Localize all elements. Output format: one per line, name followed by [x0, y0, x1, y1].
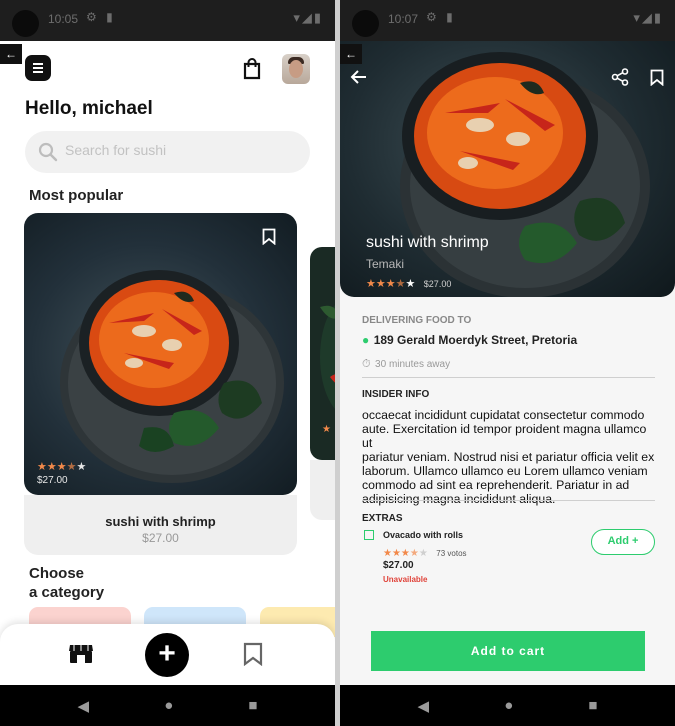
second-card-image[interactable]: ★ [310, 247, 335, 460]
search-bar[interactable] [25, 131, 310, 173]
divider [362, 500, 655, 501]
status-bar: 10:07 ⚙ ▮ ▾◢▮ [340, 0, 675, 41]
extra-availability: Unavailable [383, 575, 428, 584]
insider-line: adipisicing magna incididunt aliqua. [362, 492, 556, 506]
status-bar: 10:05 ⚙ ▮ ▾◢▮ [0, 0, 335, 41]
location-pin-icon: ● [362, 333, 370, 347]
nav-recents-icon[interactable]: ■ [588, 697, 597, 714]
delivery-label: DELIVERING FOOD TO [362, 315, 472, 326]
share-icon[interactable] [611, 68, 629, 86]
category-title: Choose a category [29, 564, 149, 602]
food-plate-image [60, 270, 284, 483]
bookmark-icon[interactable] [650, 69, 664, 86]
nav-home-icon[interactable]: ● [504, 697, 513, 714]
nav-back-icon[interactable]: ◀ [78, 697, 90, 715]
second-card-info[interactable] [310, 460, 335, 520]
bookmark-nav-icon[interactable] [243, 642, 263, 666]
insider-line: pariatur veniam. Nostrud nisi et pariatu… [362, 450, 655, 464]
system-nav-bar: ◀ ● ■ [0, 685, 335, 726]
camera-cutout [12, 10, 39, 37]
store-icon[interactable] [68, 641, 94, 665]
delivery-eta: ⏱ 30 minutes away [362, 354, 450, 372]
category-title-line1: Choose [29, 565, 85, 582]
status-time: 10:05 [48, 12, 79, 26]
delivery-address: ● 189 Gerald Moerdyk Street, Pretoria [362, 331, 577, 349]
search-input[interactable] [65, 142, 295, 158]
hero-image: sushi with shrimp Temaki ★★★★★ $27.00 [340, 41, 675, 297]
extra-rating: ★★★★★ 73 votos [383, 543, 467, 561]
greeting-title: Hello, michael [25, 98, 153, 119]
nav-back-icon[interactable]: ◀ [418, 697, 430, 715]
eta-text: 30 minutes away [375, 359, 451, 370]
overlay-back-icon[interactable]: ← [340, 44, 362, 64]
insider-line: laborum. Ullamco ullamco eu Lorem ullamc… [362, 464, 648, 478]
star-icon: ★ [322, 424, 331, 435]
rating-stars: ★★★★★ [383, 548, 428, 559]
dish-rating: ★★★★★ $27.00 [366, 274, 451, 292]
rating-stars: ★★★★★ [366, 278, 416, 290]
detail-screen: 10:07 ⚙ ▮ ▾◢▮ sushi with shrimp Temaki ★… [340, 0, 675, 726]
featured-price: $27.00 [142, 531, 179, 545]
menu-button[interactable] [25, 55, 51, 81]
avatar[interactable] [282, 54, 310, 84]
votes-count: 73 votos [436, 549, 467, 558]
insider-label: INSIDER INFO [362, 389, 430, 400]
overlay-back-icon[interactable]: ← [0, 44, 22, 64]
status-icons: ⚙ ▮ [86, 10, 116, 24]
add-extra-button[interactable]: Add + [591, 529, 655, 555]
category-title-line2: a category [29, 584, 105, 601]
insider-line: aute. Exercitation id tempor proident ma… [362, 422, 647, 450]
home-screen: 10:05 ⚙ ▮ ▾◢▮ ← Hello, michael Most popu… [0, 0, 335, 726]
nav-home-icon[interactable]: ● [164, 697, 173, 714]
extra-checkbox[interactable] [364, 530, 374, 540]
image-price: $27.00 [37, 475, 68, 486]
add-to-cart-button[interactable]: Add to cart [371, 631, 645, 671]
most-popular-title: Most popular [29, 187, 124, 204]
rating-stars: ★★★★★ [37, 461, 87, 473]
insider-line: occaecat incididunt cupidatat consectetu… [362, 408, 645, 422]
timer-icon: ⏱ [362, 358, 371, 370]
divider [362, 377, 655, 378]
extra-price: $27.00 [383, 560, 414, 571]
featured-card-image[interactable]: ★★★★★ $27.00 [24, 213, 297, 495]
camera-cutout [352, 10, 379, 37]
featured-name: sushi with shrimp [105, 514, 216, 529]
search-icon [38, 142, 58, 162]
bottom-nav: + [0, 624, 335, 687]
status-time: 10:07 [388, 12, 419, 26]
dish-title: sushi with shrimp [366, 234, 489, 251]
nav-recents-icon[interactable]: ■ [248, 697, 257, 714]
featured-card-info[interactable]: sushi with shrimp $27.00 [24, 495, 297, 555]
signal-battery-icon: ▾◢▮ [293, 10, 323, 25]
insider-line: commodo ad sint ea reprehenderit. Pariat… [362, 478, 630, 492]
shopping-bag-icon[interactable] [243, 58, 261, 80]
extras-label: EXTRAS [362, 513, 403, 524]
dish-price: $27.00 [423, 279, 452, 289]
system-nav-bar: ◀ ● ■ [340, 685, 675, 726]
add-button[interactable]: + [145, 633, 189, 677]
featured-rating: ★★★★★ [37, 457, 86, 475]
insider-text: occaecat incididunt cupidatat consectetu… [362, 408, 657, 506]
extra-name: Ovacado with rolls [383, 530, 464, 540]
bookmark-icon[interactable] [262, 228, 276, 245]
address-text: 189 Gerald Moerdyk Street, Pretoria [373, 333, 578, 347]
signal-battery-icon: ▾◢▮ [633, 10, 663, 25]
status-icons: ⚙ ▮ [426, 10, 456, 24]
dish-subtitle: Temaki [366, 257, 405, 271]
back-arrow-icon[interactable] [350, 69, 368, 85]
